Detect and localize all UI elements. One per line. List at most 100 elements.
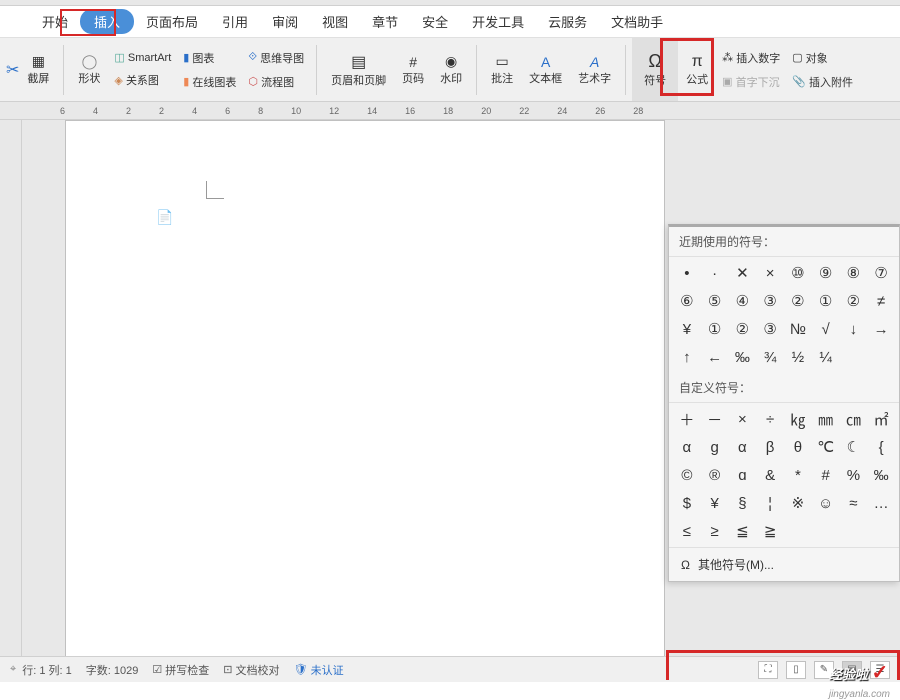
symbol-cell[interactable]: •	[673, 259, 701, 287]
flowchart-button[interactable]: ⬡ 流程图	[242, 72, 310, 92]
symbol-cell[interactable]: ↓	[840, 315, 868, 343]
symbol-cell[interactable]: √	[812, 315, 840, 343]
watermark-button[interactable]: ◉ 水印	[432, 51, 470, 88]
symbol-cell[interactable]: ②	[784, 287, 812, 315]
dropcap-button[interactable]: ▣ 首字下沉	[716, 72, 786, 92]
symbol-cell[interactable]: %	[840, 461, 868, 489]
symbol-cell[interactable]: ⑩	[784, 259, 812, 287]
menu-devtools[interactable]: 开发工具	[460, 8, 536, 35]
symbol-cell[interactable]: ②	[729, 315, 757, 343]
comment-button[interactable]: ▭ 批注	[483, 51, 521, 88]
symbol-cell[interactable]: ㎜	[812, 405, 840, 433]
symbol-cell[interactable]: ×	[729, 405, 757, 433]
symbol-cell[interactable]	[867, 517, 895, 545]
symbol-cell[interactable]: θ	[784, 433, 812, 461]
symbol-cell[interactable]: ¥	[701, 489, 729, 517]
symbol-cell[interactable]: ≠	[867, 287, 895, 315]
smartart-button[interactable]: ◫ SmartArt	[108, 49, 177, 66]
symbol-cell[interactable]: ¦	[756, 489, 784, 517]
symbol-cell[interactable]: ≥	[701, 517, 729, 545]
symbol-cell[interactable]: ㎝	[840, 405, 868, 433]
symbol-cell[interactable]: ÷	[756, 405, 784, 433]
symbol-cell[interactable]: §	[729, 489, 757, 517]
symbol-cell[interactable]: ≦	[729, 517, 757, 545]
symbol-cell[interactable]: ×	[756, 259, 784, 287]
symbol-cell[interactable]: g	[701, 433, 729, 461]
symbol-cell[interactable]: ¼	[812, 343, 840, 371]
relation-button[interactable]: ◈ 关系图	[108, 70, 177, 90]
symbol-cell[interactable]: ‰	[729, 343, 757, 371]
document-page[interactable]: 📄	[65, 120, 665, 680]
symbol-cell[interactable]: ®	[701, 461, 729, 489]
symbol-cell[interactable]: №	[784, 315, 812, 343]
horizontal-ruler[interactable]: 6 4 2 2 4 6 8 10 12 14 16 18 20 22 24 26…	[0, 102, 900, 120]
symbol-cell[interactable]: ✕	[729, 259, 757, 287]
chart-button[interactable]: ▮ 图表	[177, 48, 242, 68]
symbol-cell[interactable]	[840, 517, 868, 545]
symbol-cell[interactable]: *	[784, 461, 812, 489]
menu-review[interactable]: 审阅	[260, 8, 310, 35]
symbol-cell[interactable]: …	[867, 489, 895, 517]
insert-number-button[interactable]: ⁂ 插入数字	[716, 48, 786, 68]
symbol-cell[interactable]: ①	[812, 287, 840, 315]
symbol-cell[interactable]: ㎡	[867, 405, 895, 433]
menu-chapter[interactable]: 章节	[360, 8, 410, 35]
symbol-cell[interactable]	[812, 517, 840, 545]
menu-reference[interactable]: 引用	[210, 8, 260, 35]
symbol-cell[interactable]: →	[867, 315, 895, 343]
online-chart-button[interactable]: ▮ 在线图表	[177, 72, 242, 92]
screenshot-button[interactable]: ▦ 截屏	[19, 51, 57, 88]
symbol-cell[interactable]: ☺	[812, 489, 840, 517]
more-symbols-button[interactable]: Ω 其他符号(M)...	[669, 547, 899, 581]
auth-status[interactable]: 🛡 未认证	[294, 662, 344, 678]
symbol-cell[interactable]: ¥	[673, 315, 701, 343]
proofreading[interactable]: ⊡ 文档校对	[223, 662, 279, 678]
symbol-cell[interactable]: ↑	[673, 343, 701, 371]
symbol-cell[interactable]: ©	[673, 461, 701, 489]
symbol-cell[interactable]: α	[729, 433, 757, 461]
symbol-cell[interactable]: β	[756, 433, 784, 461]
menu-doc-helper[interactable]: 文档助手	[599, 8, 675, 35]
symbol-cell[interactable]: ·	[701, 259, 729, 287]
menu-page-layout[interactable]: 页面布局	[134, 8, 210, 35]
vertical-ruler[interactable]	[0, 120, 22, 680]
attachment-button[interactable]: 📎 插入附件	[786, 72, 859, 92]
symbol-cell[interactable]: &	[756, 461, 784, 489]
symbol-cell[interactable]: ※	[784, 489, 812, 517]
symbol-cell[interactable]: ¾	[756, 343, 784, 371]
symbol-cell[interactable]: －	[701, 405, 729, 433]
symbol-cell[interactable]: #	[812, 461, 840, 489]
menu-security[interactable]: 安全	[410, 8, 460, 35]
menu-view[interactable]: 视图	[310, 8, 360, 35]
wordart-button[interactable]: A 艺术字	[570, 52, 619, 88]
object-button[interactable]: ▢ 对象	[786, 48, 859, 68]
cursor-position[interactable]: 行: 1 列: 1	[22, 662, 72, 678]
symbol-cell[interactable]: ①	[701, 315, 729, 343]
mindmap-button[interactable]: ⟐ 思维导图	[242, 48, 310, 68]
symbol-cell[interactable]	[784, 517, 812, 545]
symbol-cell[interactable]: ←	[701, 343, 729, 371]
scissors-icon[interactable]: ✂	[6, 60, 19, 80]
symbol-cell[interactable]: ＋	[673, 405, 701, 433]
symbol-cell[interactable]: ㎏	[784, 405, 812, 433]
menu-cloud[interactable]: 云服务	[536, 8, 599, 35]
symbol-cell[interactable]: ≧	[756, 517, 784, 545]
symbol-cell[interactable]: ⑨	[812, 259, 840, 287]
symbol-cell[interactable]: α	[673, 433, 701, 461]
symbol-cell[interactable]: ③	[756, 315, 784, 343]
symbol-cell[interactable]: ③	[756, 287, 784, 315]
symbol-cell[interactable]: ‰	[867, 461, 895, 489]
symbol-cell[interactable]: ⑦	[867, 259, 895, 287]
symbol-cell[interactable]: ⑧	[840, 259, 868, 287]
word-count[interactable]: 字数: 1029	[86, 662, 139, 678]
spell-check[interactable]: ☑ 拼写检查	[152, 662, 209, 678]
symbol-cell[interactable]: ≤	[673, 517, 701, 545]
textbox-button[interactable]: A 文本框	[521, 52, 570, 88]
header-footer-button[interactable]: ▤ 页眉和页脚	[323, 50, 394, 90]
symbol-cell[interactable]: ⑤	[701, 287, 729, 315]
symbol-cell[interactable]: ½	[784, 343, 812, 371]
symbol-cell[interactable]: $	[673, 489, 701, 517]
symbol-cell[interactable]: ɑ	[729, 461, 757, 489]
symbol-cell[interactable]: ②	[840, 287, 868, 315]
symbol-cell[interactable]: ⑥	[673, 287, 701, 315]
